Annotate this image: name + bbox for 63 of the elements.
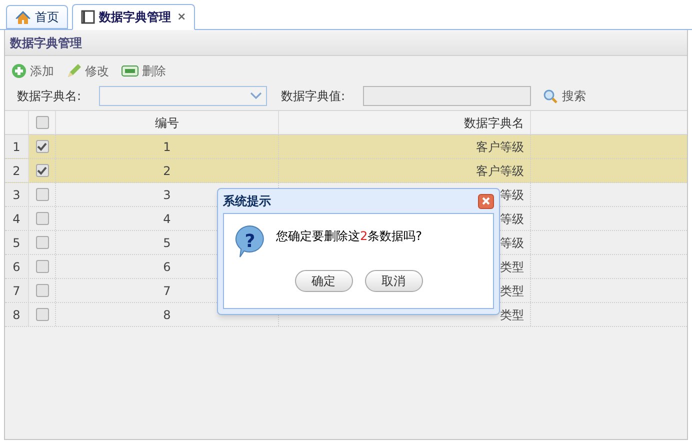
- close-button[interactable]: [478, 194, 494, 208]
- row-checkbox[interactable]: [36, 164, 48, 177]
- row-number: 8: [12, 306, 20, 324]
- row-checkbox[interactable]: [36, 236, 48, 249]
- table-cell-text: 等级: [500, 210, 524, 228]
- column-header: 编号: [155, 114, 179, 132]
- table-cell-text: 等级: [500, 186, 524, 204]
- row-number: 2: [12, 162, 20, 180]
- dictionary-name-dropdown[interactable]: [99, 86, 267, 106]
- row-number: 4: [12, 210, 20, 228]
- toolbar-button[interactable]: 添加: [11, 62, 54, 80]
- chevron-down-icon: [250, 92, 262, 100]
- table-cell-text: 3: [163, 186, 171, 204]
- toolbar-button[interactable]: 删除: [121, 62, 166, 80]
- row-checkbox[interactable]: [36, 308, 48, 321]
- row-number: 3: [12, 186, 20, 204]
- table-cell-text: 客户等级: [476, 138, 524, 156]
- panel-title: 数据字典管理: [10, 34, 82, 52]
- row-number: 6: [12, 258, 20, 276]
- row-checkbox[interactable]: [36, 140, 48, 153]
- search-button[interactable]: 搜索: [543, 87, 586, 105]
- house-icon: [15, 10, 31, 24]
- table-cell-text: 客户等级: [476, 162, 524, 180]
- table-cell-text: 6: [163, 258, 171, 276]
- table-cell-text: 等级: [500, 234, 524, 252]
- table-cell-text: 8: [163, 306, 171, 324]
- table-row[interactable]: 2 2 客户等级: [5, 159, 687, 183]
- dialog-title: 系统提示: [223, 193, 271, 210]
- field-label: 数据字典名:: [17, 88, 82, 105]
- table-row[interactable]: 1 1 客户等级: [5, 135, 687, 159]
- table-cell-text: 5: [163, 234, 171, 252]
- tab[interactable]: 数据字典管理 ×: [72, 4, 196, 30]
- table-cell-text: 类型: [500, 306, 524, 324]
- row-number: 1: [12, 138, 20, 156]
- field-label: 数据字典值:: [281, 88, 346, 105]
- table-cell-text: 类型: [500, 258, 524, 276]
- dialog-button[interactable]: 取消: [364, 270, 422, 292]
- dialog-button[interactable]: 确定: [294, 270, 352, 292]
- row-checkbox[interactable]: [36, 260, 48, 273]
- row-number: 5: [12, 234, 20, 252]
- row-checkbox[interactable]: [36, 188, 48, 201]
- plus-icon: [11, 63, 27, 79]
- column-header: 数据字典名: [464, 114, 524, 132]
- row-checkbox[interactable]: [36, 284, 48, 297]
- dictionary-value-field[interactable]: [363, 86, 531, 106]
- document-icon: [81, 10, 95, 24]
- pencil-icon: [66, 63, 82, 79]
- minus-icon: [121, 65, 139, 77]
- question-icon: ?: [234, 224, 266, 258]
- row-checkbox[interactable]: [36, 212, 48, 225]
- dialog-message: 您确定要删除这2条数据吗?: [276, 228, 422, 245]
- search-icon: [543, 88, 558, 104]
- close-icon: [482, 197, 490, 205]
- table-cell-text: 7: [163, 282, 171, 300]
- toolbar-button[interactable]: 修改: [66, 62, 109, 80]
- select-all-checkbox[interactable]: [36, 116, 48, 129]
- table-cell-text: 2: [163, 162, 171, 180]
- table-cell-text: 类型: [500, 282, 524, 300]
- tab[interactable]: 首页: [6, 5, 68, 29]
- row-number: 7: [12, 282, 20, 300]
- table-cell-text: 4: [163, 210, 171, 228]
- table-cell-text: 1: [163, 138, 171, 156]
- close-icon[interactable]: ×: [177, 8, 186, 26]
